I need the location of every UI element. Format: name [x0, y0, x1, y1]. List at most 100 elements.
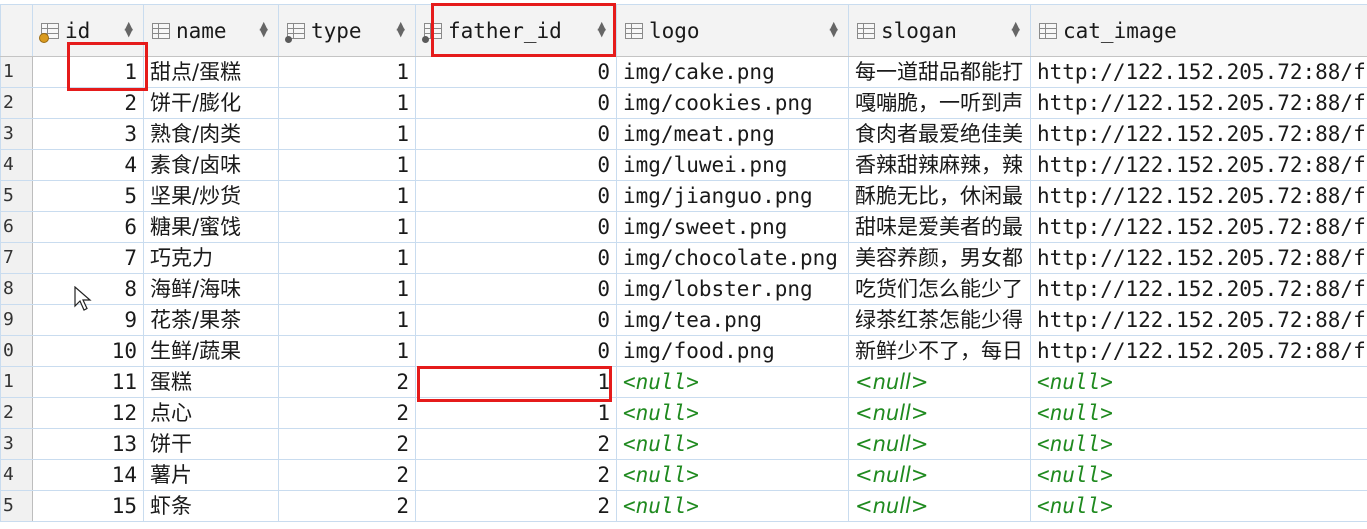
data-grid[interactable]: id ▲ ▼ name ▲ ▼ type ▲ ▼ father_id ▲ ▼ logo: [0, 4, 1367, 529]
cell-cat-image[interactable]: <null>: [1030, 490, 1367, 522]
table-row[interactable]: 8 8 海鲜/海味 1 0 img/lobster.png 吃货们怎么能少了 http://1…: [0, 273, 1367, 305]
cell-father-id[interactable]: 0: [415, 304, 617, 336]
cell-cat-image[interactable]: http://122.152.205.72:88/f: [1030, 304, 1367, 336]
row-number[interactable]: 3: [0, 428, 33, 460]
cell-type[interactable]: 2: [278, 366, 416, 398]
row-number[interactable]: 5: [0, 490, 33, 522]
cell-id[interactable]: 11: [32, 366, 144, 398]
cell-cat-image[interactable]: http://122.152.205.72:88/f: [1030, 149, 1367, 181]
cell-id[interactable]: 15: [32, 490, 144, 522]
cell-cat-image[interactable]: <null>: [1030, 459, 1367, 491]
cell-logo[interactable]: <null>: [616, 459, 849, 491]
cell-logo[interactable]: <null>: [616, 397, 849, 429]
cell-slogan[interactable]: 新鲜少不了，每日: [848, 335, 1031, 367]
column-header-father-id[interactable]: father_id ▲ ▼: [415, 4, 617, 57]
cell-slogan[interactable]: 酥脆无比，休闲最: [848, 180, 1031, 212]
column-header-cat-image[interactable]: cat_image: [1030, 4, 1367, 57]
cell-slogan[interactable]: <null>: [848, 428, 1031, 460]
cell-father-id[interactable]: 2: [415, 459, 617, 491]
column-header-id[interactable]: id ▲ ▼: [32, 4, 144, 57]
cell-slogan[interactable]: 美容养颜，男女都: [848, 242, 1031, 274]
cell-father-id[interactable]: 2: [415, 428, 617, 460]
cell-name[interactable]: 饼干: [143, 428, 279, 460]
cell-type[interactable]: 1: [278, 180, 416, 212]
column-header-name[interactable]: name ▲ ▼: [143, 4, 279, 57]
row-number[interactable]: 7: [0, 242, 33, 274]
cell-slogan[interactable]: 每一道甜品都能打: [848, 56, 1031, 88]
cell-logo[interactable]: <null>: [616, 366, 849, 398]
sort-arrows-icon[interactable]: ▲ ▼: [125, 20, 133, 38]
table-row[interactable]: 5 15 虾条 2 2 <null> <null> <null>: [0, 490, 1367, 522]
cell-father-id[interactable]: 0: [415, 87, 617, 119]
cell-type[interactable]: 2: [278, 490, 416, 522]
cell-id[interactable]: 10: [32, 335, 144, 367]
table-row[interactable]: 2 2 饼干/膨化 1 0 img/cookies.png 嘎嘣脆，一听到声 http://1…: [0, 87, 1367, 119]
column-header-slogan[interactable]: slogan ▲ ▼: [848, 4, 1031, 57]
sort-arrows-icon[interactable]: ▲ ▼: [397, 20, 405, 38]
cell-id[interactable]: 3: [32, 118, 144, 150]
column-header-type[interactable]: type ▲ ▼: [278, 4, 416, 57]
cell-name[interactable]: 海鲜/海味: [143, 273, 279, 305]
cell-type[interactable]: 1: [278, 87, 416, 119]
cell-logo[interactable]: img/luwei.png: [616, 149, 849, 181]
table-row[interactable]: 7 7 巧克力 1 0 img/chocolate.png 美容养颜，男女都 http://1…: [0, 242, 1367, 274]
cell-id[interactable]: 1: [32, 56, 144, 88]
cell-id[interactable]: 14: [32, 459, 144, 491]
cell-type[interactable]: 2: [278, 459, 416, 491]
cell-name[interactable]: 虾条: [143, 490, 279, 522]
cell-id[interactable]: 4: [32, 149, 144, 181]
table-row[interactable]: 9 9 花茶/果茶 1 0 img/tea.png 绿茶红茶怎能少得 http://122.1…: [0, 304, 1367, 336]
cell-cat-image[interactable]: <null>: [1030, 397, 1367, 429]
cell-father-id[interactable]: 0: [415, 118, 617, 150]
cell-slogan[interactable]: <null>: [848, 366, 1031, 398]
cell-name[interactable]: 坚果/炒货: [143, 180, 279, 212]
cell-slogan[interactable]: 甜味是爱美者的最: [848, 211, 1031, 243]
cell-father-id[interactable]: 1: [415, 397, 617, 429]
row-number[interactable]: 2: [0, 87, 33, 119]
cell-cat-image[interactable]: http://122.152.205.72:88/f: [1030, 118, 1367, 150]
cell-slogan[interactable]: <null>: [848, 459, 1031, 491]
cell-father-id[interactable]: 0: [415, 180, 617, 212]
cell-logo[interactable]: img/tea.png: [616, 304, 849, 336]
cell-slogan[interactable]: 绿茶红茶怎能少得: [848, 304, 1031, 336]
cell-name[interactable]: 花茶/果茶: [143, 304, 279, 336]
table-row[interactable]: 1 1 甜点/蛋糕 1 0 img/cake.png 每一道甜品都能打 http://122.…: [0, 56, 1367, 88]
cell-id[interactable]: 2: [32, 87, 144, 119]
cell-father-id[interactable]: 0: [415, 211, 617, 243]
cell-father-id[interactable]: 0: [415, 242, 617, 274]
cell-type[interactable]: 2: [278, 397, 416, 429]
cell-logo[interactable]: img/cookies.png: [616, 87, 849, 119]
cell-father-id[interactable]: 1: [415, 366, 617, 398]
cell-cat-image[interactable]: <null>: [1030, 428, 1367, 460]
cell-cat-image[interactable]: http://122.152.205.72:88/f: [1030, 273, 1367, 305]
cell-type[interactable]: 1: [278, 149, 416, 181]
cell-cat-image[interactable]: http://122.152.205.72:88/f: [1030, 87, 1367, 119]
table-row[interactable]: 3 3 熟食/肉类 1 0 img/meat.png 食肉者最爱绝佳美 http://122.…: [0, 118, 1367, 150]
sort-arrows-icon[interactable]: ▲ ▼: [830, 20, 838, 38]
cell-slogan[interactable]: <null>: [848, 397, 1031, 429]
table-row[interactable]: 2 12 点心 2 1 <null> <null> <null>: [0, 397, 1367, 429]
cell-name[interactable]: 熟食/肉类: [143, 118, 279, 150]
cell-type[interactable]: 1: [278, 242, 416, 274]
cell-logo[interactable]: img/jianguo.png: [616, 180, 849, 212]
cell-name[interactable]: 生鲜/蔬果: [143, 335, 279, 367]
cell-type[interactable]: 1: [278, 56, 416, 88]
row-number[interactable]: 4: [0, 149, 33, 181]
cell-name[interactable]: 薯片: [143, 459, 279, 491]
table-row[interactable]: 4 14 薯片 2 2 <null> <null> <null>: [0, 459, 1367, 491]
cell-slogan[interactable]: <null>: [848, 490, 1031, 522]
row-number[interactable]: 0: [0, 335, 33, 367]
table-row[interactable]: 0 10 生鲜/蔬果 1 0 img/food.png 新鲜少不了，每日 http://122…: [0, 335, 1367, 367]
cell-slogan[interactable]: 吃货们怎么能少了: [848, 273, 1031, 305]
cell-father-id[interactable]: 0: [415, 149, 617, 181]
cell-id[interactable]: 5: [32, 180, 144, 212]
cell-father-id[interactable]: 0: [415, 273, 617, 305]
cell-name[interactable]: 蛋糕: [143, 366, 279, 398]
cell-name[interactable]: 甜点/蛋糕: [143, 56, 279, 88]
sort-arrows-icon[interactable]: ▲ ▼: [260, 20, 268, 38]
cell-name[interactable]: 饼干/膨化: [143, 87, 279, 119]
cell-logo[interactable]: img/chocolate.png: [616, 242, 849, 274]
cell-logo[interactable]: <null>: [616, 490, 849, 522]
table-row[interactable]: 1 11 蛋糕 2 1 <null> <null> <null>: [0, 366, 1367, 398]
table-row[interactable]: 3 13 饼干 2 2 <null> <null> <null>: [0, 428, 1367, 460]
